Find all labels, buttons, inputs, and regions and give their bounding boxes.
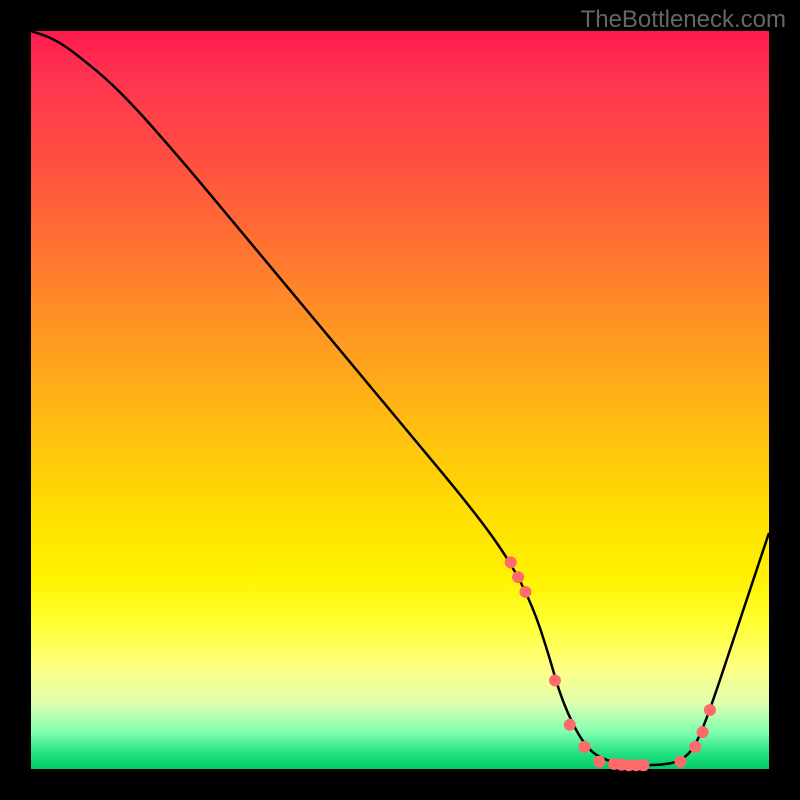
highlight-dot [593, 756, 605, 768]
highlight-dot [512, 571, 524, 583]
watermark-text: TheBottleneck.com [581, 6, 786, 34]
highlight-dot [697, 726, 709, 738]
highlight-dot [579, 741, 591, 753]
highlight-dot [519, 586, 531, 598]
highlight-dot [549, 674, 561, 686]
highlight-dot [505, 556, 517, 568]
highlight-dot [638, 759, 650, 771]
highlight-dots [505, 556, 716, 771]
chart-svg [31, 31, 769, 769]
bottleneck-curve [31, 31, 769, 765]
highlight-dot [689, 741, 701, 753]
plot-area [31, 31, 769, 769]
chart-container: TheBottleneck.com [0, 0, 800, 800]
highlight-dot [674, 756, 686, 768]
highlight-dot [704, 704, 716, 716]
highlight-dot [564, 719, 576, 731]
